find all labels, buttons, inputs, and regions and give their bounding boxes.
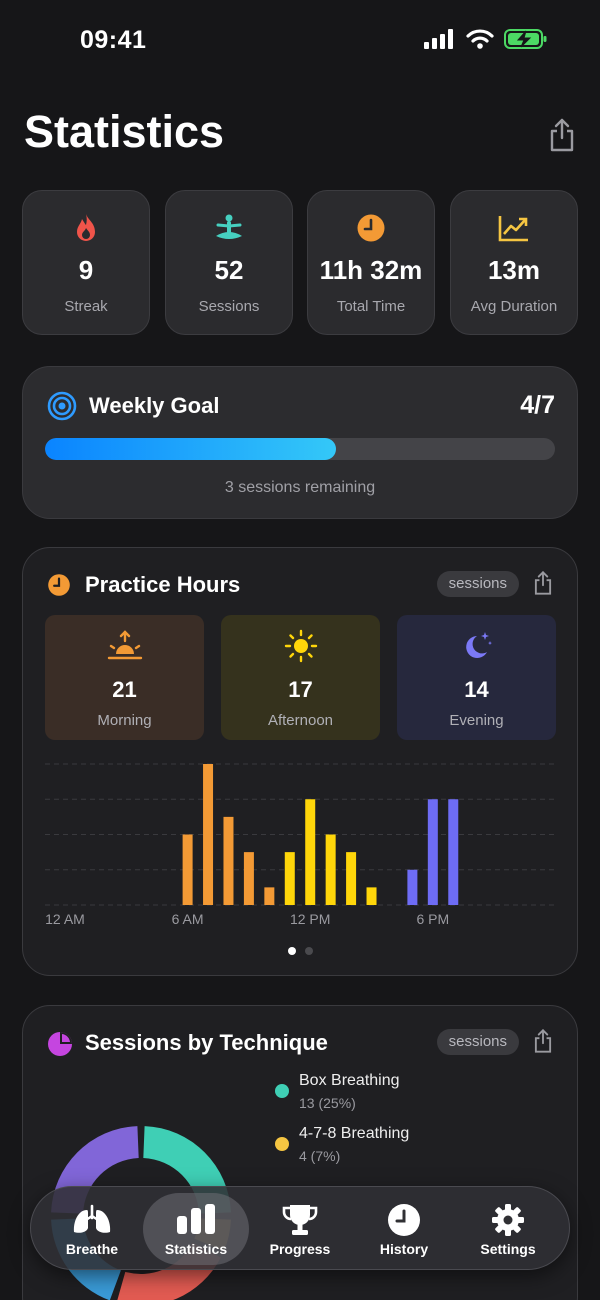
technique-title: Sessions by Technique [85, 1030, 328, 1055]
page-title: Statistics [24, 106, 225, 157]
clock-icon [388, 1204, 420, 1236]
weekly-goal-progress-bar [45, 438, 555, 460]
period-count: 21 [112, 677, 137, 702]
trophy-icon [282, 1205, 318, 1235]
x-tick-label: 6 AM [172, 911, 204, 927]
sun-icon [284, 629, 317, 663]
page-indicator[interactable] [23, 947, 577, 955]
tab-label: Settings [480, 1241, 536, 1257]
clock-icon [357, 214, 385, 242]
legend-item[interactable]: Box Breathing 13 (25%) [271, 1072, 409, 1125]
stat-value: 9 [78, 255, 94, 285]
chart-bar [223, 816, 234, 905]
page-dot-active[interactable] [287, 947, 296, 955]
practice-hours-card: Practice Hours sessions 21 Morning 17 Af… [22, 547, 578, 976]
evening-tile: 14 Evening [397, 615, 556, 740]
legend-swatch [275, 1084, 289, 1098]
stat-label: Streak [64, 298, 108, 315]
tab-label: Progress [269, 1241, 331, 1257]
status-bar: 09:41 [0, 0, 600, 80]
stat-card-sessions: 52 Sessions [165, 190, 293, 335]
cellular-signal-icon [424, 29, 453, 49]
weekly-goal-title: Weekly Goal [89, 393, 220, 418]
flame-icon [77, 214, 95, 241]
period-label: Morning [97, 712, 152, 729]
weekly-goal-progress-fill [45, 438, 336, 460]
legend-value: 4 (7%) [299, 1148, 341, 1164]
tab-label: Breathe [65, 1241, 119, 1257]
chart-bar [427, 799, 438, 905]
technique-legend: Box Breathing 13 (25%) 4-7-8 Breathing 4… [271, 1072, 409, 1178]
tab-history[interactable]: History [351, 1193, 457, 1265]
trend-chart-icon [498, 216, 528, 242]
status-time: 09:41 [80, 26, 147, 54]
sunrise-icon [107, 630, 142, 660]
share-icon[interactable] [548, 118, 576, 152]
clock-icon [48, 574, 70, 596]
x-tick-label: 6 PM [416, 911, 449, 927]
legend-name: 4-7-8 Breathing [299, 1125, 410, 1142]
chart-bar [448, 799, 459, 905]
period-count: 17 [288, 677, 313, 702]
chart-bar [346, 852, 357, 905]
wifi-icon [466, 29, 494, 49]
lungs-icon [73, 1204, 111, 1233]
weekly-goal-count: 4/7 [520, 391, 555, 419]
stat-label: Total Time [336, 298, 406, 315]
tab-settings[interactable]: Settings [455, 1193, 561, 1265]
legend-item[interactable]: 4-7-8 Breathing 4 (7%) [271, 1125, 409, 1178]
legend-name: Box Breathing [299, 1072, 400, 1089]
chart-bar [243, 852, 254, 905]
tab-statistics[interactable]: Statistics [143, 1193, 249, 1265]
tab-bar: Breathe Statistics Progress History Sett… [30, 1186, 570, 1270]
practice-hours-chart: 12 AM 6 AM 12 PM 6 PM [45, 763, 555, 927]
moon-stars-icon [465, 632, 492, 658]
period-label: Afternoon [267, 712, 334, 729]
weekly-goal-card[interactable]: Weekly Goal 4/7 3 sessions remaining [22, 366, 578, 519]
gear-icon [492, 1204, 524, 1236]
legend-swatch [275, 1137, 289, 1151]
status-icons [424, 28, 548, 50]
chart-bar [305, 799, 316, 905]
chart-bar [325, 834, 336, 905]
stat-value: 11h 32m [319, 255, 423, 285]
pie-chart-icon [48, 1032, 72, 1056]
tab-label: History [379, 1241, 429, 1257]
chart-bar [182, 834, 193, 905]
chart-bar [407, 869, 418, 905]
share-icon[interactable] [533, 570, 553, 596]
practice-hours-title: Practice Hours [85, 572, 241, 597]
x-tick-label: 12 PM [290, 911, 330, 927]
share-icon[interactable] [533, 1028, 553, 1054]
battery-charging-icon [504, 29, 547, 49]
target-icon [47, 391, 77, 421]
metric-toggle-pill[interactable]: sessions [436, 571, 519, 597]
chart-bar [284, 852, 295, 905]
chart-bar [203, 764, 214, 905]
stat-card-total-time: 11h 32m Total Time [307, 190, 435, 335]
morning-tile: 21 Morning [45, 615, 204, 740]
legend-value: 13 (25%) [299, 1095, 356, 1111]
chart-bar [366, 887, 377, 905]
x-tick-label: 12 AM [45, 911, 85, 927]
stat-value: 52 [214, 255, 244, 285]
tab-label: Statistics [164, 1241, 228, 1257]
weekly-goal-remaining: 3 sessions remaining [224, 479, 376, 496]
bar-chart-icon [177, 1204, 215, 1234]
stat-label: Sessions [198, 298, 260, 315]
chart-bar [264, 887, 275, 905]
afternoon-tile: 17 Afternoon [221, 615, 380, 740]
tab-breathe[interactable]: Breathe [39, 1193, 145, 1265]
stat-card-streak: 9 Streak [22, 190, 150, 335]
stat-label: Avg Duration [470, 298, 558, 315]
stat-value: 13m [487, 255, 541, 285]
page-dot[interactable] [304, 947, 313, 955]
stat-card-avg-duration: 13m Avg Duration [450, 190, 578, 335]
period-count: 14 [464, 677, 489, 702]
metric-toggle-pill[interactable]: sessions [436, 1029, 519, 1055]
meditation-icon [216, 214, 242, 239]
tab-progress[interactable]: Progress [247, 1193, 353, 1265]
period-label: Evening [449, 712, 504, 729]
